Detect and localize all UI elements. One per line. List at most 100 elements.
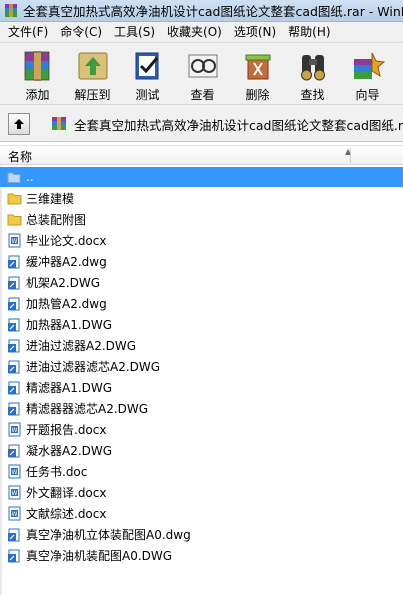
folder-icon [6,190,22,206]
toolbar: 添加 解压到 测试 查看 删除 查找 向导 [0,42,403,104]
file-row[interactable]: 三维建模 [0,188,403,208]
word-document-icon: W [6,232,22,248]
file-name: 三维建模 [26,191,75,206]
list-header: 名称 ▲ [0,145,403,165]
dwg-file-icon [6,337,22,353]
file-row[interactable]: W 开题报告.docx [0,419,403,439]
file-row[interactable]: 缓冲器A2.dwg [0,251,403,271]
file-name: 毕业论文.docx [26,233,107,248]
folder-icon [6,211,22,227]
file-row[interactable]: .. [0,167,403,187]
file-row[interactable]: W 毕业论文.docx [0,230,403,250]
file-name: 机架A2.DWG [26,275,101,290]
file-name: .. [26,170,34,184]
file-name: 真空净油机立体装配图A0.dwg [26,527,191,542]
word-document-icon: W [6,463,22,479]
file-name: 进油过滤器A2.DWG [26,338,137,353]
svg-text:W: W [11,238,17,245]
wizard-icon [348,48,388,83]
file-row[interactable]: 真空净油机立体装配图A0.dwg [0,524,403,544]
file-name: 缓冲器A2.dwg [26,254,107,269]
file-row[interactable]: 精滤器A1.DWG [0,377,403,397]
up-arrow-icon [14,119,24,129]
word-document-icon: W [6,505,22,521]
file-row[interactable]: 加热器A1.DWG [0,314,403,334]
test-label: 测试 [135,88,160,102]
extract-to-icon [73,48,113,83]
wizard-button[interactable]: 向导 [340,43,395,103]
menu-tools[interactable]: 工具(S) [108,22,161,42]
svg-text:W: W [11,427,17,434]
file-name: 精滤器A1.DWG [26,380,113,395]
dwg-file-icon [6,274,22,290]
wizard-label: 向导 [355,88,380,102]
file-row[interactable]: 凝水器A2.DWG [0,440,403,460]
test-icon [128,48,168,83]
find-button[interactable]: 查找 [285,43,340,103]
word-document-icon: W [6,421,22,437]
dwg-file-icon [6,295,22,311]
file-name: 进油过滤器滤芯A2.DWG [26,359,161,374]
add-button-label: 添加 [25,88,50,102]
file-name: 凝水器A2.DWG [26,443,113,458]
find-icon [293,48,333,83]
parent-folder-icon [6,169,22,185]
svg-text:W: W [11,490,17,497]
file-name: 任务书.doc [26,464,88,479]
title-bar: 全套真空加热式高效净油机设计cad图纸论文整套cad图纸.rar - WinRA… [0,0,403,22]
word-document-icon: W [6,484,22,500]
menu-help[interactable]: 帮助(H) [282,22,336,42]
dwg-file-icon [6,547,22,563]
file-name: 加热器A1.DWG [26,317,113,332]
file-name: 精滤器器滤芯A2.DWG [26,401,149,416]
path-field[interactable]: 全套真空加热式高效净油机设计cad图纸论文整套cad图纸.rar [50,114,403,134]
add-button[interactable]: 添加 [10,43,65,103]
file-row[interactable]: 总装配附图 [0,209,403,229]
file-name: 加热管A2.dwg [26,296,107,311]
column-divider[interactable] [350,148,351,163]
menu-bar: 文件(F) 命令(C) 工具(S) 收藏夹(O) 选项(N) 帮助(H) [0,22,403,42]
file-row[interactable]: 真空净油机装配图A0.DWG [0,545,403,565]
file-row[interactable]: W 外文翻译.docx [0,482,403,502]
delete-button[interactable]: 删除 [230,43,285,103]
menu-options[interactable]: 选项(N) [228,22,282,42]
address-bar: 全套真空加热式高效净油机设计cad图纸论文整套cad图纸.rar [0,104,403,142]
view-label: 查看 [190,88,215,102]
up-folder-button[interactable] [8,113,30,135]
file-name: 总装配附图 [26,212,87,227]
file-list: .. 三维建模总装配附图 W 毕业论文.docx 缓冲器A2.dwg 机架A2.DWG 加热… [0,166,403,595]
extract-to-button[interactable]: 解压到 [65,43,120,103]
file-row[interactable]: 进油过滤器滤芯A2.DWG [0,356,403,376]
file-name: 外文翻译.docx [26,485,107,500]
test-button[interactable]: 测试 [120,43,175,103]
column-header-name[interactable]: 名称 [8,148,32,165]
file-row[interactable]: W 任务书.doc [0,461,403,481]
file-name: 开题报告.docx [26,422,107,437]
delete-label: 删除 [245,88,270,102]
file-row[interactable]: 精滤器器滤芯A2.DWG [0,398,403,418]
dwg-file-icon [6,400,22,416]
menu-favorites[interactable]: 收藏夹(O) [161,22,228,42]
menu-file[interactable]: 文件(F) [2,22,54,42]
add-archive-icon [18,48,58,83]
file-row[interactable]: W 文献综述.docx [0,503,403,523]
extract-to-label: 解压到 [74,88,111,102]
dwg-file-icon [6,526,22,542]
winrar-app-icon [5,3,17,17]
dwg-file-icon [6,379,22,395]
dwg-file-icon [6,358,22,374]
find-label: 查找 [300,88,325,102]
svg-text:W: W [11,469,17,476]
file-name: 文献综述.docx [26,506,107,521]
delete-icon [238,48,278,83]
menu-commands[interactable]: 命令(C) [54,22,108,42]
archive-path-text: 全套真空加热式高效净油机设计cad图纸论文整套cad图纸.rar [74,117,403,133]
file-row[interactable]: 进油过滤器A2.DWG [0,335,403,355]
file-row[interactable]: 加热管A2.dwg [0,293,403,313]
view-button[interactable]: 查看 [175,43,230,103]
window-title: 全套真空加热式高效净油机设计cad图纸论文整套cad图纸.rar - WinRA… [23,4,403,19]
file-row[interactable]: 机架A2.DWG [0,272,403,292]
view-icon [183,48,223,83]
rar-archive-icon [52,117,66,130]
file-name: 真空净油机装配图A0.DWG [26,548,173,563]
